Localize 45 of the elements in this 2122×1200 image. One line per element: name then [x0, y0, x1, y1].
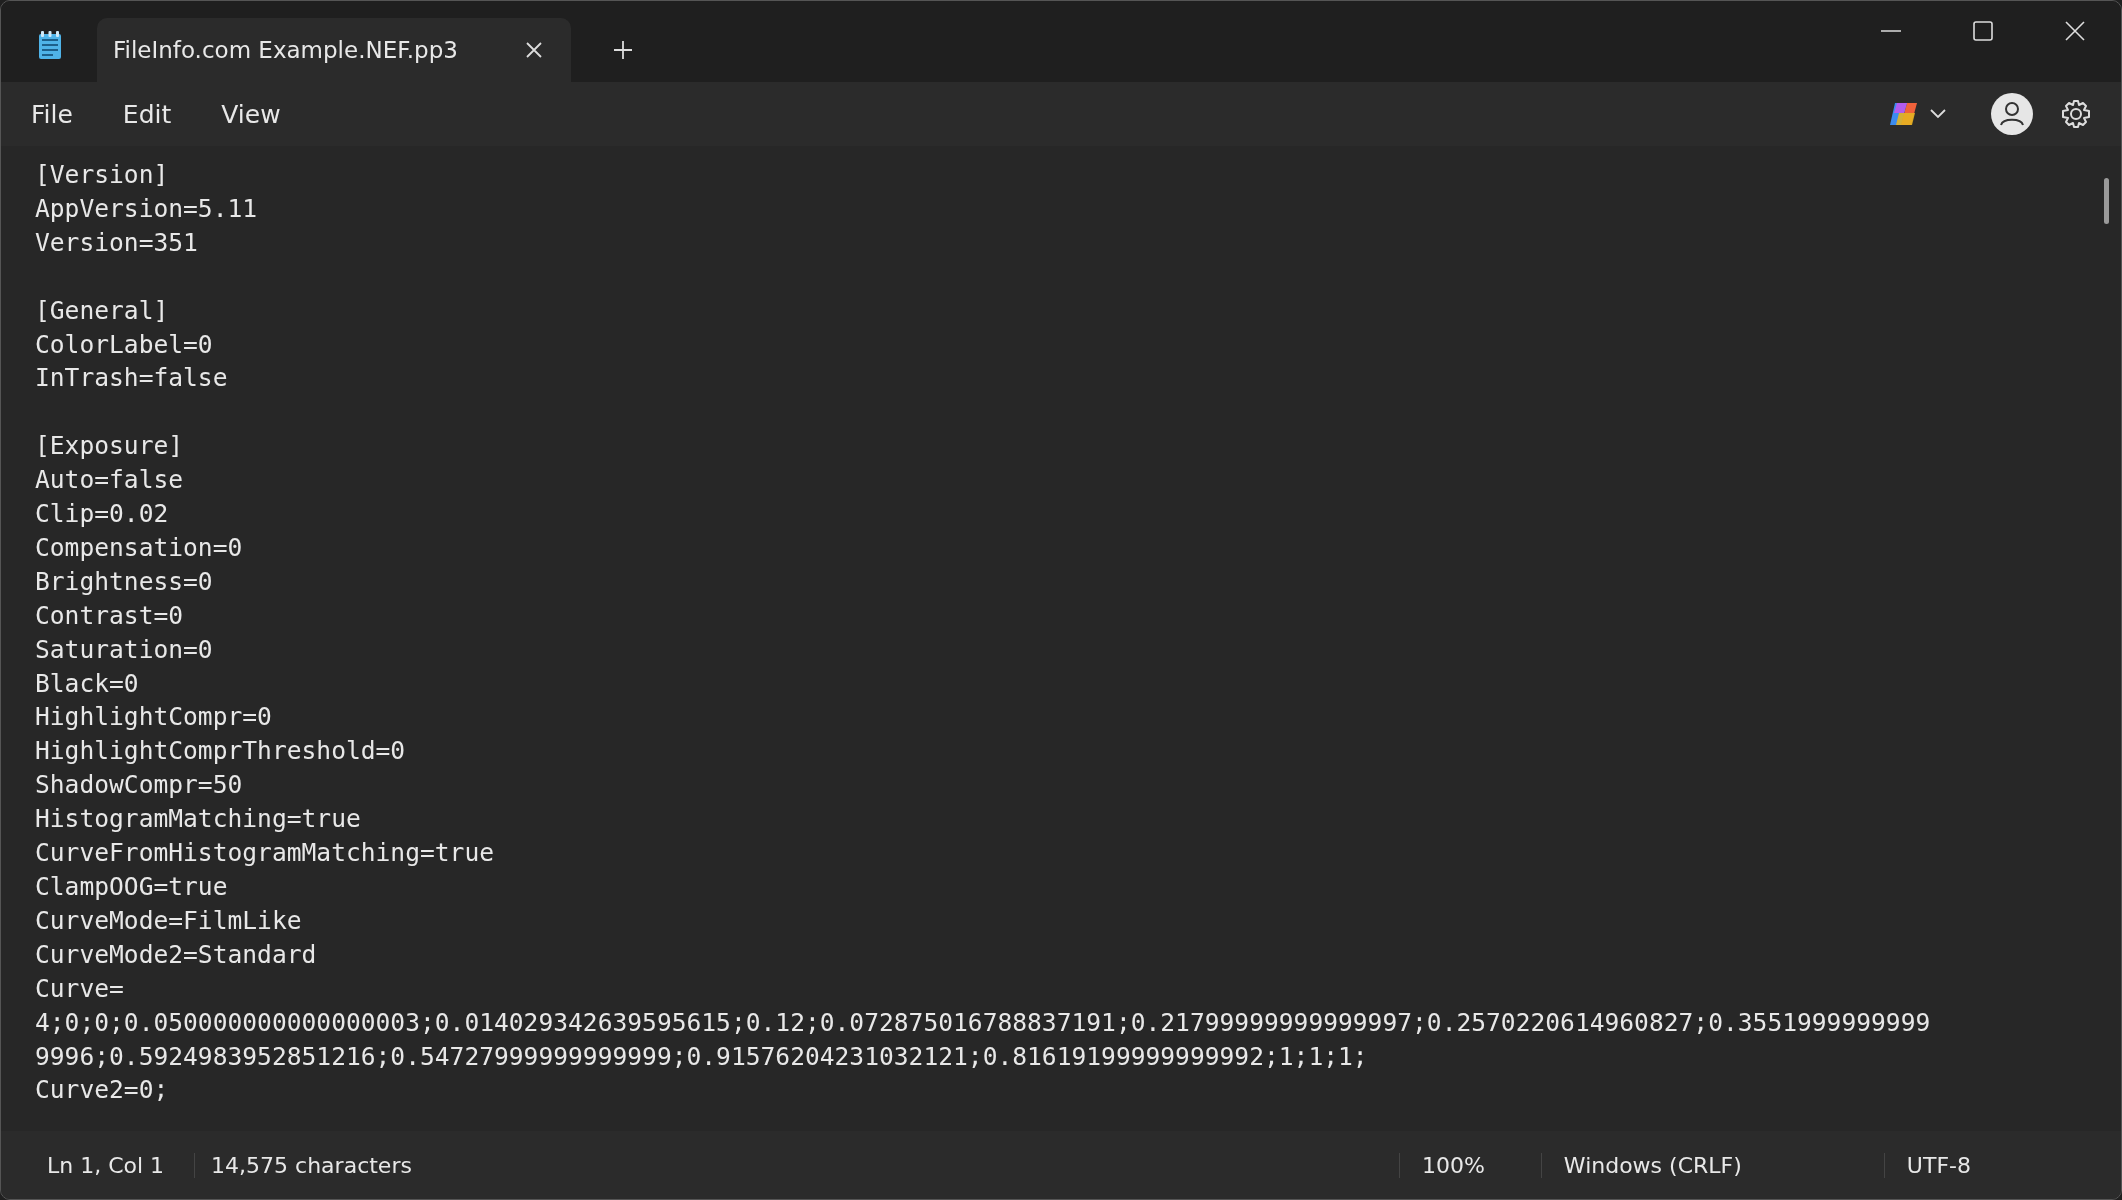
text-line: HighlightComprThreshold=0	[35, 735, 406, 768]
encoding[interactable]: UTF-8	[1883, 1152, 2121, 1178]
account-icon[interactable]	[1991, 93, 2033, 135]
close-icon[interactable]	[2065, 21, 2085, 41]
text-line: InTrash=false	[35, 362, 228, 395]
cursor-position: Ln 1, Col 1	[1, 1152, 196, 1178]
text-line: Version=351	[35, 226, 198, 259]
text-line: 9996;0.5924983952851216;0.54727999999999999;0.91576204231032121;0.81619199999999992;1;1;1;	[35, 1040, 1368, 1073]
new-tab-icon[interactable]	[613, 40, 633, 60]
text-line: ShadowCompr=50	[35, 769, 243, 802]
text-line: Contrast=0	[35, 599, 184, 632]
text-line: CurveMode=FilmLike	[35, 904, 302, 937]
close-tab-icon[interactable]	[525, 41, 543, 59]
text-line: 4;0;0;0.050000000000000003;0.014029342639595615;0.12;0.072875016788837191;0.21799999999999997;0.2570220614960827;0.3551999999999	[35, 1006, 1931, 1039]
text-line: Compensation=0	[35, 531, 243, 564]
character-count: 14,575 characters	[210, 1152, 412, 1178]
text-line: Clip=0.02	[35, 498, 169, 531]
text-line: ClampOOG=true	[35, 871, 228, 903]
zoom-level[interactable]: 100%	[1398, 1152, 1541, 1178]
maximize-icon[interactable]	[1973, 21, 1993, 41]
menu-item[interactable]: File	[9, 99, 95, 129]
settings-icon[interactable]	[2061, 99, 2091, 129]
line-endings[interactable]: Windows (CRLF)	[1540, 1152, 1884, 1178]
tab-title[interactable]: FileInfo.com Example.NEF.pp3	[113, 37, 525, 63]
text-line: CurveFromHistogramMatching=true	[35, 837, 494, 870]
text-line: [General]	[35, 294, 169, 327]
text-line: HighlightCompr=0	[35, 701, 272, 734]
text-line: Saturation=0	[35, 633, 213, 666]
menu-item[interactable]: View	[199, 99, 303, 129]
text-line: Black=0	[35, 667, 139, 700]
chevron-down-icon[interactable]	[1929, 108, 1947, 120]
text-line: [Exposure]	[35, 430, 184, 463]
document-tab[interactable]: FileInfo.com Example.NEF.pp3	[97, 18, 571, 82]
text-line: Brightness=0	[35, 565, 213, 598]
scrollbar-thumb[interactable]	[2104, 178, 2109, 224]
text-line: Curve=	[35, 972, 124, 1005]
notepad-icon	[37, 30, 63, 60]
text-line: Curve2=0;	[35, 1074, 169, 1107]
text-line: Auto=false	[35, 464, 184, 497]
text-line: [Version]	[35, 159, 169, 191]
text-line: AppVersion=5.11	[35, 192, 258, 225]
menu-item[interactable]: Edit	[100, 99, 194, 129]
text-line: CurveMode2=Standard	[35, 938, 317, 971]
text-line: ColorLabel=0	[35, 328, 213, 361]
text-line: HistogramMatching=true	[35, 803, 361, 836]
